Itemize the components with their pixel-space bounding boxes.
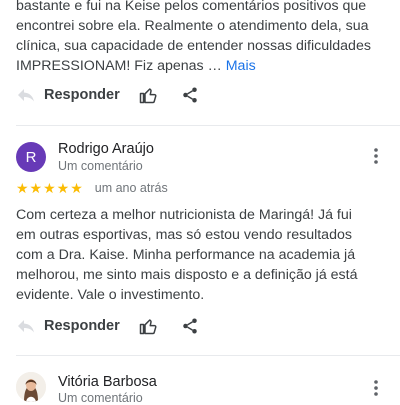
reply-label: Responder	[44, 318, 120, 334]
reply-icon	[16, 87, 36, 103]
reply-icon	[16, 318, 36, 334]
review-2-actions: Responder	[16, 312, 216, 340]
review-2-text: Com certeza a melhor nutricionista de Ma…	[16, 205, 386, 305]
profile-photo	[16, 372, 46, 402]
avatar[interactable]: R	[16, 142, 46, 172]
avatar[interactable]	[16, 372, 46, 402]
rating-row: ★★★★★ um ano atrás	[16, 180, 168, 196]
share-button[interactable]	[178, 81, 202, 109]
reviewer-name[interactable]: Rodrigo Araújo	[58, 141, 154, 157]
review-text-line: evidente. Vale o investimento.	[16, 287, 205, 303]
review-text-line: melhorou, me sinto mais disposto e a def…	[16, 267, 358, 283]
divider	[16, 355, 400, 356]
review-menu-button[interactable]	[368, 378, 384, 398]
like-button[interactable]	[136, 81, 160, 109]
reviewer-review-count: Um comentário	[58, 159, 143, 173]
more-vert-icon	[374, 380, 378, 396]
star-rating: ★★★★★	[16, 180, 84, 196]
reviewer-name[interactable]: Vitória Barbosa	[58, 374, 157, 390]
divider	[16, 125, 400, 126]
review-1-actions: Responder	[16, 81, 216, 109]
avatar-letter: R	[25, 148, 37, 166]
share-icon	[181, 86, 199, 104]
reply-label: Responder	[44, 87, 120, 103]
review-text-line: Com certeza a melhor nutricionista de Ma…	[16, 207, 352, 223]
review-text-line: encontrei sobre ela. Realmente o atendim…	[16, 18, 369, 34]
review-text-line: em outras esportivas, mas só estou vendo…	[16, 227, 352, 243]
more-link[interactable]: Mais	[226, 58, 256, 74]
thumbs-up-icon	[139, 317, 157, 335]
review-menu-button[interactable]	[368, 146, 384, 166]
thumbs-up-icon	[139, 86, 157, 104]
reviewer-review-count: Um comentário	[58, 391, 143, 405]
reply-button[interactable]: Responder	[16, 318, 120, 334]
reply-button[interactable]: Responder	[16, 87, 120, 103]
share-button[interactable]	[178, 312, 202, 340]
review-text-line: clínica, sua capacidade de entender noss…	[16, 38, 371, 54]
review-1-text: bastante e fui na Keise pelos comentário…	[16, 0, 386, 76]
review-text-line: com a Dra. Kaise. Minha performance na a…	[16, 247, 356, 263]
review-text-line: IMPRESSIONAM! Fiz apenas … Mais	[16, 58, 256, 74]
like-button[interactable]	[136, 312, 160, 340]
more-vert-icon	[374, 148, 378, 164]
review-text-line: bastante e fui na Keise pelos comentário…	[16, 0, 367, 14]
share-icon	[181, 317, 199, 335]
review-time: um ano atrás	[94, 181, 168, 195]
